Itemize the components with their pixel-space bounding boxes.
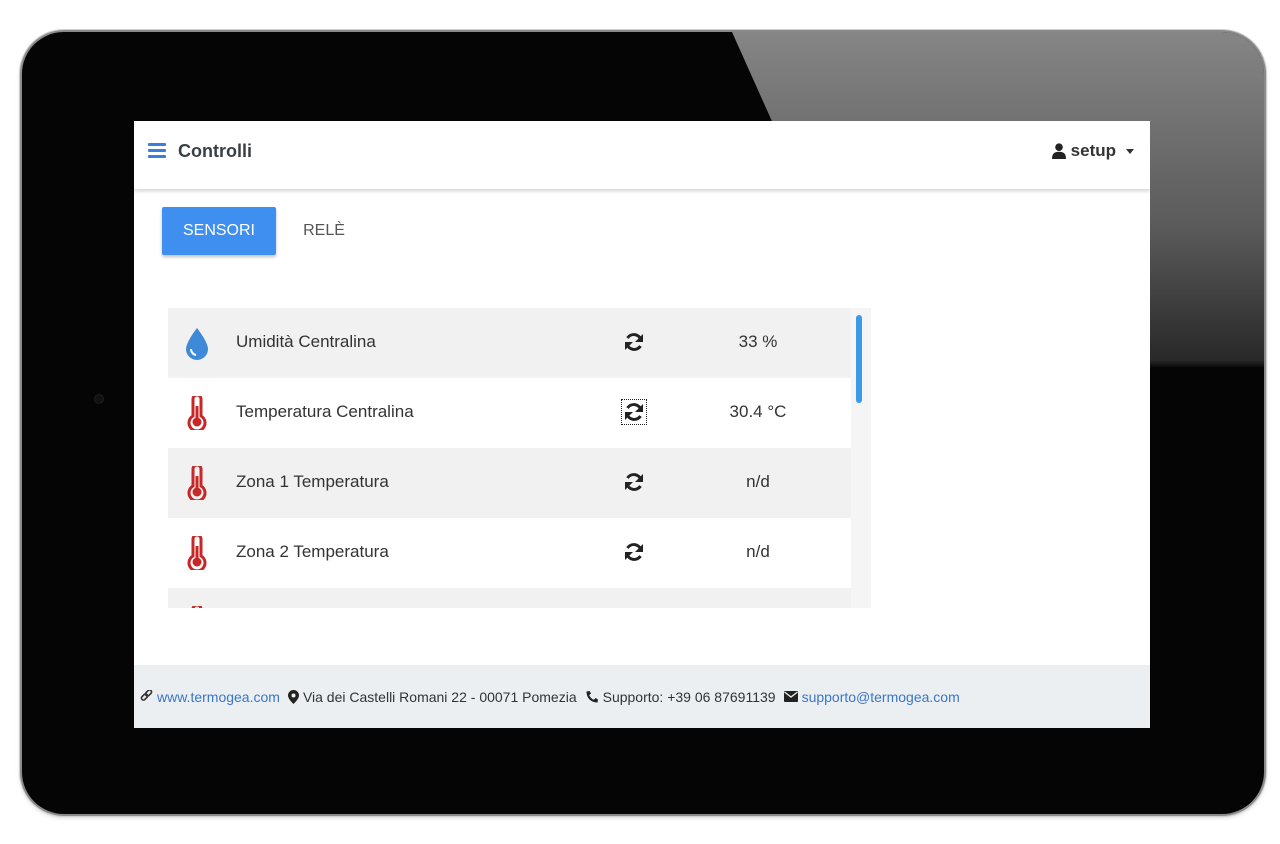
top-bar: Controlli setup: [134, 121, 1150, 189]
app-screen: Controlli setup SENSORI RELÈ Umidità Cen…: [134, 121, 1150, 728]
user-name: setup: [1070, 141, 1116, 160]
footer: www.termogea.com Via dei Castelli Romani…: [134, 665, 1150, 728]
sensor-row: Umidità Centralina 33 %: [168, 308, 851, 379]
sensor-value: n/d: [746, 542, 770, 561]
water-drop-icon: [186, 328, 208, 360]
tab-sensori[interactable]: SENSORI: [162, 207, 276, 255]
sensor-name: Zona 2 Temperatura: [236, 542, 389, 561]
sensor-row: Zona 2 Temperatura n/d: [168, 518, 851, 589]
caret-down-icon: [1126, 148, 1134, 154]
link-icon: [140, 690, 153, 701]
refresh-icon[interactable]: [621, 399, 647, 425]
hamburger-menu-icon[interactable]: [148, 143, 166, 159]
sensor-list: Umidità Centralina 33 % Temperatura Cent…: [168, 308, 871, 608]
sensor-value: 33 %: [738, 332, 778, 351]
user-icon: [1051, 143, 1066, 159]
sensor-row: Zona 1 Temperatura n/d: [168, 448, 851, 519]
scrollbar-thumb[interactable]: [856, 315, 862, 403]
refresh-icon[interactable]: [623, 331, 645, 353]
sensor-value: n/d: [746, 472, 770, 491]
phone-icon: [586, 690, 598, 702]
sensor-name: Zona 1 Temperatura: [236, 472, 389, 491]
footer-address: Via dei Castelli Romani 22 - 00071 Pomez…: [287, 688, 577, 705]
sensor-value: 30.4 °C: [729, 402, 787, 421]
page-title: Controlli: [178, 141, 252, 161]
refresh-icon[interactable]: [623, 541, 645, 563]
refresh-icon[interactable]: [623, 471, 645, 493]
thermometer-icon: [191, 606, 203, 608]
map-marker-icon: [287, 689, 299, 704]
footer-email[interactable]: supporto@termogea.com: [783, 689, 960, 705]
sensor-row: [168, 588, 851, 608]
footer-website[interactable]: www.termogea.com: [140, 689, 280, 705]
user-menu[interactable]: setup: [1051, 141, 1134, 161]
website-link[interactable]: www.termogea.com: [157, 689, 280, 705]
email-link[interactable]: supporto@termogea.com: [802, 689, 960, 705]
thermometer-icon: [187, 536, 207, 570]
support-text: Supporto: +39 06 87691139: [602, 688, 776, 705]
sensor-name: Temperatura Centralina: [236, 402, 414, 421]
footer-support: Supporto: +39 06 87691139: [585, 689, 776, 705]
camera-dot: [94, 394, 104, 404]
thermometer-icon: [187, 466, 207, 500]
tab-rele[interactable]: RELÈ: [289, 207, 359, 255]
sensor-name: Umidità Centralina: [236, 332, 376, 351]
sensor-row: Temperatura Centralina 30.4 °C: [168, 378, 851, 449]
thermometer-icon: [187, 396, 207, 430]
address-text: Via dei Castelli Romani 22 - 00071 Pomez…: [302, 688, 577, 705]
envelope-icon: [783, 691, 798, 702]
